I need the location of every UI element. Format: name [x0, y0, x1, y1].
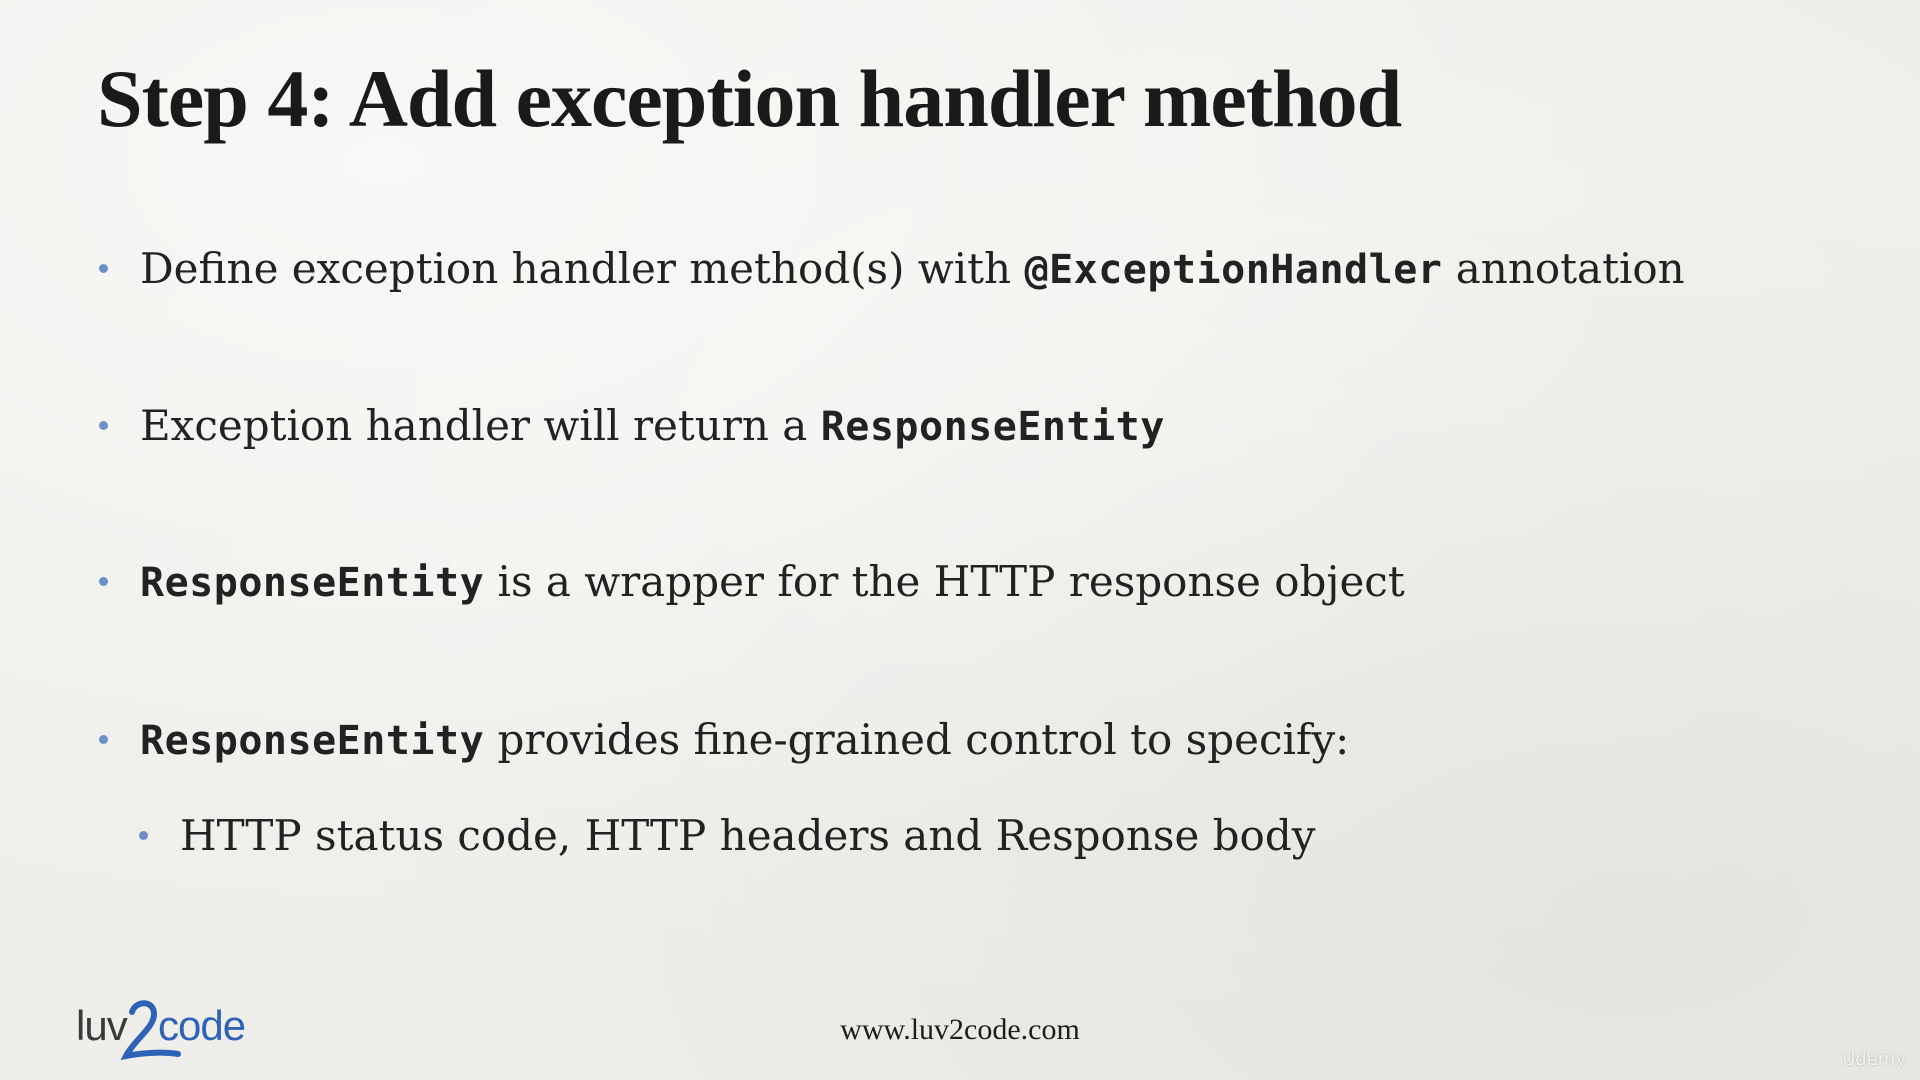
bullet-dot-icon [99, 577, 108, 586]
bullet-item: Define exception handler method(s) with … [99, 244, 1685, 293]
bullet-item: ResponseEntity is a wrapper for the HTTP… [99, 557, 1405, 606]
bullet-dot-icon [99, 735, 108, 744]
bullet-text-before: Define exception handler method(s) with [140, 244, 1025, 293]
footer-url: www.luv2code.com [840, 1013, 1080, 1046]
bullet-item: ResponseEntity provides fine-grained con… [99, 715, 1349, 764]
bullet-text-after: annotation [1442, 244, 1685, 293]
bullet-dot-icon [139, 831, 148, 840]
udemy-watermark: Udemy [1842, 1049, 1906, 1070]
bullet-code: ResponseEntity [140, 718, 485, 764]
bullet-text-before: Exception handler will return a [140, 401, 821, 450]
bullet-text: ResponseEntity is a wrapper for the HTTP… [140, 557, 1405, 606]
bullet-text-after: is a wrapper for the HTTP response objec… [484, 557, 1405, 606]
slide: Step 4: Add exception handler method Def… [0, 0, 1920, 1080]
bullet-code: @ExceptionHandler [1024, 247, 1443, 293]
bullet-text: Exception handler will return a Response… [140, 401, 1165, 450]
bullet-text-after: provides fine-grained control to specify… [484, 715, 1350, 764]
bullet-text: ResponseEntity provides fine-grained con… [140, 715, 1349, 764]
slide-title: Step 4: Add exception handler method [97, 53, 1402, 144]
sub-bullet-item: HTTP status code, HTTP headers and Respo… [139, 811, 1315, 860]
bullet-code: ResponseEntity [820, 404, 1165, 450]
bullet-item: Exception handler will return a Response… [99, 401, 1165, 450]
bullet-dot-icon [99, 421, 108, 430]
sub-bullet-text: HTTP status code, HTTP headers and Respo… [180, 811, 1316, 860]
bullet-dot-icon [99, 264, 108, 273]
bullet-text: Define exception handler method(s) with … [140, 244, 1685, 293]
bullet-code: ResponseEntity [140, 560, 485, 606]
